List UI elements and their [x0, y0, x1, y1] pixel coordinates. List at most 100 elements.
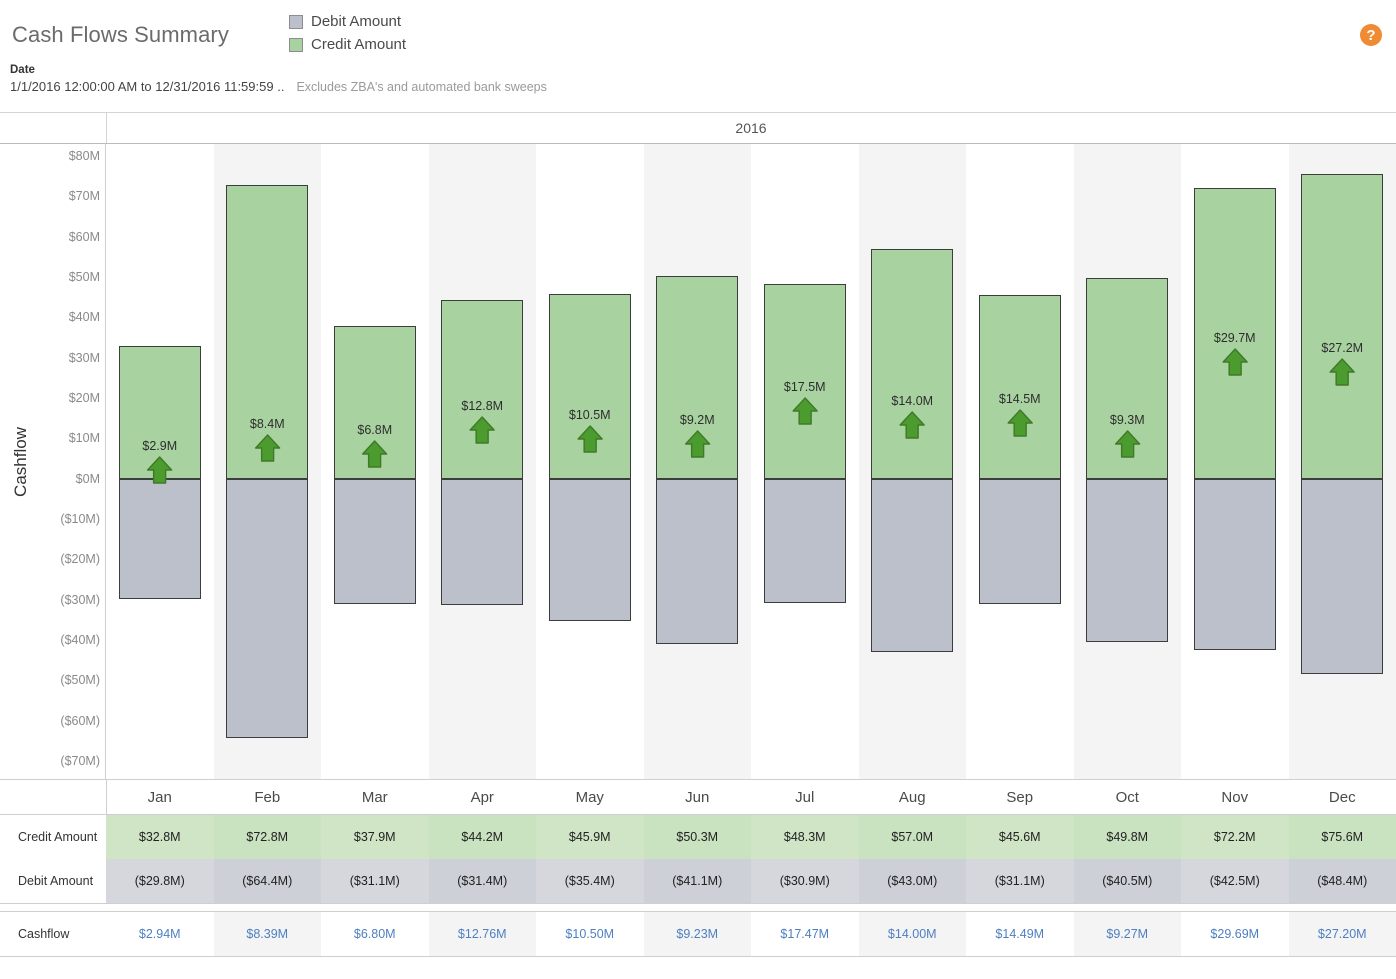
- chart-column-aug[interactable]: $14.0M: [858, 144, 966, 779]
- debit-bar[interactable]: [333, 478, 416, 604]
- cashflow-marker-label: $6.8M: [357, 423, 393, 438]
- table-cell[interactable]: $2.94M: [106, 912, 214, 956]
- credit-bar[interactable]: [1301, 173, 1384, 479]
- debit-bar[interactable]: [656, 478, 739, 645]
- table-cell[interactable]: ($31.1M): [966, 859, 1074, 903]
- table-cell[interactable]: $75.6M: [1288, 815, 1396, 859]
- debit-bar[interactable]: [1301, 478, 1384, 674]
- chart-column-mar[interactable]: $6.8M: [321, 144, 429, 779]
- table-cell[interactable]: $32.8M: [106, 815, 214, 859]
- debit-bar[interactable]: [1086, 478, 1169, 642]
- help-question-icon[interactable]: ?: [1360, 24, 1382, 46]
- legend-item-credit[interactable]: Credit Amount: [289, 33, 406, 56]
- table-cell[interactable]: $9.27M: [1073, 912, 1181, 956]
- table-cell[interactable]: ($41.1M): [643, 859, 751, 903]
- debit-bar[interactable]: [763, 478, 846, 604]
- table-cell[interactable]: ($31.1M): [321, 859, 429, 903]
- table-cell[interactable]: $50.3M: [643, 815, 751, 859]
- table-cell[interactable]: ($42.5M): [1181, 859, 1289, 903]
- date-filter-value[interactable]: 1/1/2016 12:00:00 AM to 12/31/2016 11:59…: [10, 79, 284, 94]
- chart-column-nov[interactable]: $29.7M: [1181, 144, 1289, 779]
- debit-bar[interactable]: [441, 478, 524, 606]
- y-tick-label: ($40M): [60, 632, 100, 647]
- debit-bar[interactable]: [978, 478, 1061, 604]
- table-cell[interactable]: $29.69M: [1181, 912, 1289, 956]
- table-cell[interactable]: ($30.9M): [751, 859, 859, 903]
- table-cell[interactable]: $72.2M: [1181, 815, 1289, 859]
- table-cell[interactable]: $49.8M: [1073, 815, 1181, 859]
- chart-column-sep[interactable]: $14.5M: [966, 144, 1074, 779]
- y-tick-label: $10M: [68, 431, 100, 446]
- table-cell[interactable]: $6.80M: [321, 912, 429, 956]
- table-cell[interactable]: ($43.0M): [858, 859, 966, 903]
- month-label-feb[interactable]: Feb: [214, 780, 322, 814]
- table-row: Debit Amount ($29.8M) ($64.4M) ($31.1M) ($31…: [0, 859, 1396, 903]
- cashflow-marker-label: $14.5M: [998, 392, 1041, 407]
- month-label-mar[interactable]: Mar: [321, 780, 429, 814]
- chart-column-apr[interactable]: $12.8M: [428, 144, 536, 779]
- month-label-sep[interactable]: Sep: [966, 780, 1074, 814]
- table-row-cells: $32.8M $72.8M $37.9M $44.2M $45.9M $50.3M $48.…: [106, 815, 1396, 859]
- cashflow-chart: 2016 Cashflow $80M $70M $60M $50M $40M $30M $2…: [0, 112, 1396, 815]
- cashflow-marker: $14.0M: [891, 394, 933, 440]
- month-label-jan[interactable]: Jan: [106, 780, 214, 814]
- legend-swatch-credit: [289, 37, 303, 52]
- chart-column-oct[interactable]: $9.3M: [1073, 144, 1181, 779]
- debit-bar[interactable]: [548, 478, 631, 622]
- month-label-oct[interactable]: Oct: [1074, 780, 1182, 814]
- table-cell[interactable]: ($31.4M): [428, 859, 536, 903]
- table-cell[interactable]: ($29.8M): [106, 859, 214, 903]
- y-tick-label: ($70M): [60, 753, 100, 768]
- chart-column-jan[interactable]: $2.9M: [106, 144, 214, 779]
- table-cell[interactable]: $9.23M: [643, 912, 751, 956]
- cashflow-marker: $12.8M: [461, 399, 503, 445]
- month-label-jul[interactable]: Jul: [751, 780, 859, 814]
- table-cell[interactable]: ($35.4M): [536, 859, 644, 903]
- up-arrow-icon: [254, 434, 280, 462]
- table-cell[interactable]: $27.20M: [1288, 912, 1396, 956]
- table-row-label: Credit Amount: [18, 830, 98, 844]
- table-cell[interactable]: $10.50M: [536, 912, 644, 956]
- table-cell[interactable]: ($48.4M): [1288, 859, 1396, 903]
- y-tick-label: ($60M): [60, 713, 100, 728]
- month-label-aug[interactable]: Aug: [859, 780, 967, 814]
- chart-column-dec[interactable]: $27.2M: [1288, 144, 1396, 779]
- up-arrow-icon: [1114, 430, 1140, 458]
- debit-bar[interactable]: [871, 478, 954, 652]
- month-label-jun[interactable]: Jun: [644, 780, 752, 814]
- month-label-dec[interactable]: Dec: [1289, 780, 1396, 814]
- credit-bar[interactable]: [441, 300, 524, 479]
- table-cell[interactable]: $14.00M: [858, 912, 966, 956]
- table-cell[interactable]: ($64.4M): [213, 859, 321, 903]
- chart-column-jul[interactable]: $17.5M: [751, 144, 859, 779]
- table-cell[interactable]: $37.9M: [321, 815, 429, 859]
- table-cell[interactable]: $57.0M: [858, 815, 966, 859]
- month-label-nov[interactable]: Nov: [1181, 780, 1289, 814]
- debit-bar[interactable]: [226, 478, 309, 739]
- table-cell[interactable]: ($40.5M): [1073, 859, 1181, 903]
- chart-column-feb[interactable]: $8.4M: [213, 144, 321, 779]
- debit-bar[interactable]: [118, 478, 201, 599]
- table-cell[interactable]: $17.47M: [751, 912, 859, 956]
- month-label-may[interactable]: May: [536, 780, 644, 814]
- table-cell[interactable]: $45.9M: [536, 815, 644, 859]
- table-cell[interactable]: $45.6M: [966, 815, 1074, 859]
- cashflow-table: Cashflow $2.94M $8.39M $6.80M $12.76M $10.50M…: [0, 911, 1396, 957]
- chart-column-jun[interactable]: $9.2M: [643, 144, 751, 779]
- y-tick-label: ($10M): [60, 511, 100, 526]
- chart-column-may[interactable]: $10.5M: [536, 144, 644, 779]
- table-cell[interactable]: $8.39M: [213, 912, 321, 956]
- page-title: Cash Flows Summary: [12, 22, 229, 47]
- table-cell[interactable]: $14.49M: [966, 912, 1074, 956]
- credit-bar[interactable]: [978, 294, 1061, 479]
- table-cell[interactable]: $12.76M: [428, 912, 536, 956]
- credit-bar[interactable]: [871, 248, 954, 479]
- debit-bar[interactable]: [1193, 478, 1276, 650]
- table-cell[interactable]: $44.2M: [428, 815, 536, 859]
- chart-legend: Debit Amount Credit Amount: [289, 10, 406, 56]
- table-cell[interactable]: $48.3M: [751, 815, 859, 859]
- month-label-apr[interactable]: Apr: [429, 780, 537, 814]
- legend-item-debit[interactable]: Debit Amount: [289, 10, 406, 33]
- table-cell[interactable]: $72.8M: [213, 815, 321, 859]
- cashflow-marker: $8.4M: [250, 417, 285, 463]
